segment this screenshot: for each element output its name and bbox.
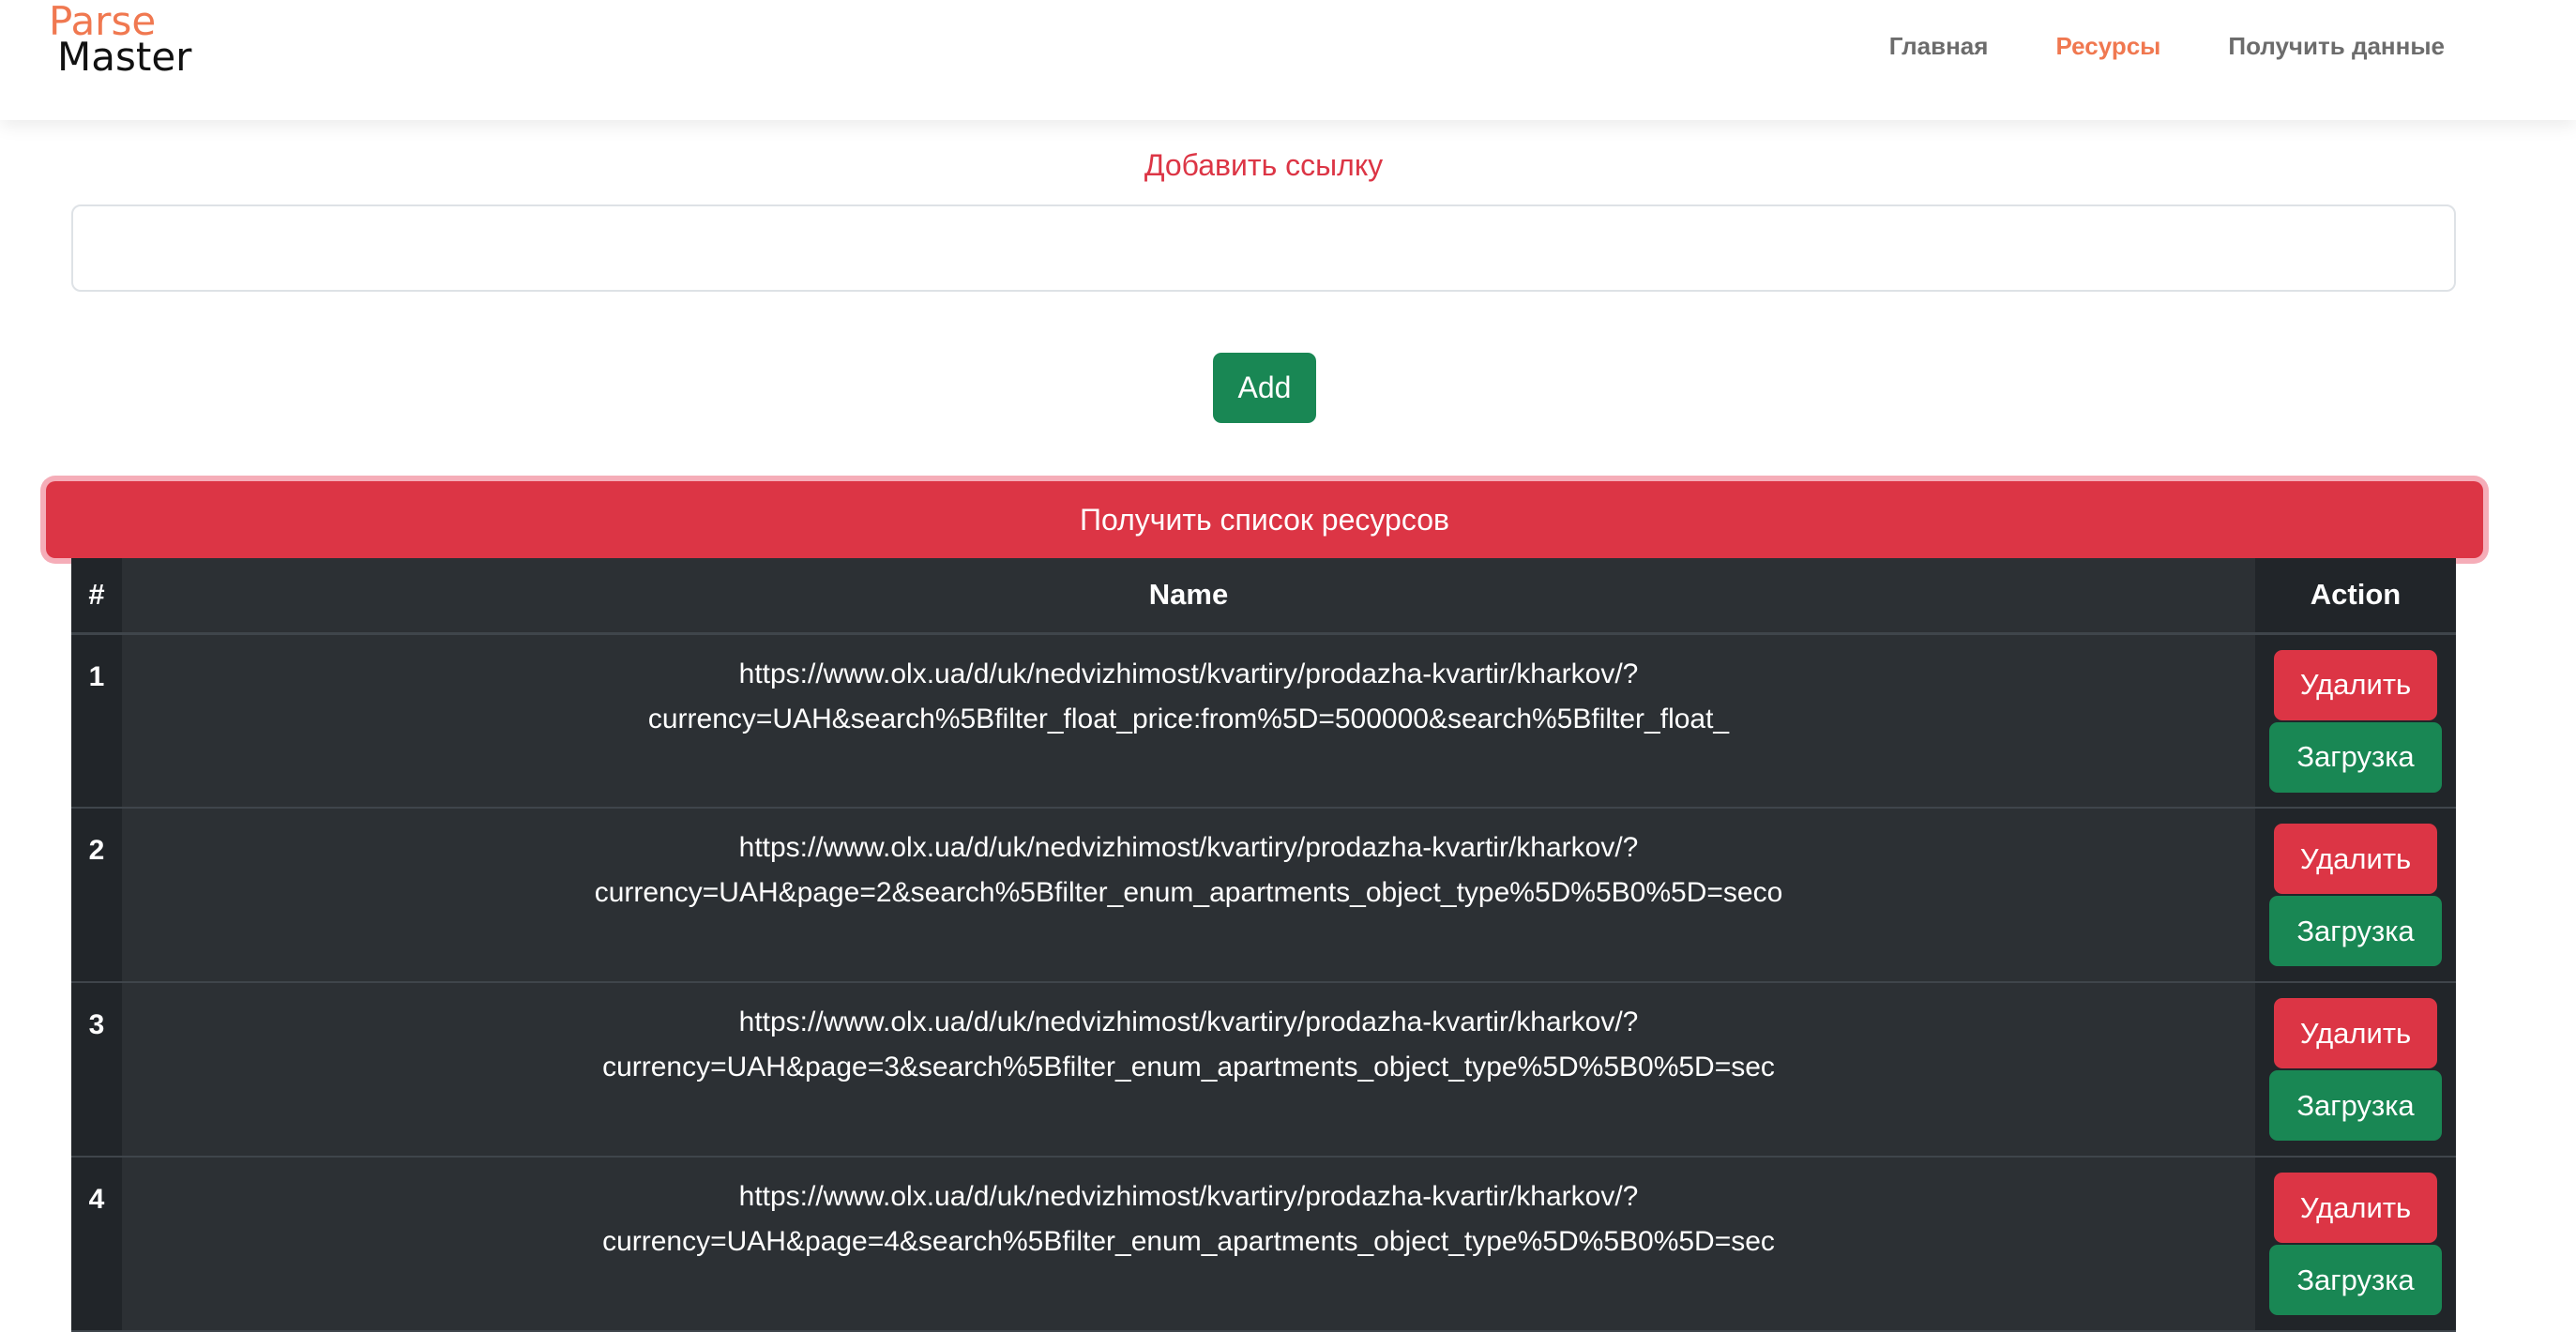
row-number: 1: [71, 633, 122, 808]
table-row: 3 https://www.olx.ua/d/uk/nedvizhimost/k…: [71, 982, 2456, 1157]
row-url: https://www.olx.ua/d/uk/nedvizhimost/kva…: [122, 633, 2255, 808]
load-button[interactable]: Загрузка: [2269, 1070, 2442, 1141]
logo-word-master: Master: [57, 34, 192, 80]
link-url-input[interactable]: [71, 204, 2456, 292]
row-actions: Удалить Загрузка: [2255, 1157, 2456, 1331]
delete-button[interactable]: Удалить: [2274, 649, 2437, 720]
url-line-1: https://www.olx.ua/d/uk/nedvizhimost/kva…: [738, 1181, 1639, 1212]
nav-links: Главная Ресурсы Получить данные: [1889, 32, 2445, 61]
url-line-2: currency=UAH&page=3&search%5Bfilter_enum…: [602, 1052, 1775, 1082]
add-button[interactable]: Add: [1213, 353, 1316, 423]
load-button[interactable]: Загрузка: [2269, 896, 2442, 966]
url-line-1: https://www.olx.ua/d/uk/nedvizhimost/kva…: [738, 1007, 1639, 1037]
url-line-2: currency=UAH&page=2&search%5Bfilter_enum…: [594, 877, 1783, 908]
row-url: https://www.olx.ua/d/uk/nedvizhimost/kva…: [122, 808, 2255, 982]
url-line-1: https://www.olx.ua/d/uk/nedvizhimost/kva…: [738, 832, 1639, 863]
row-number: 4: [71, 1157, 122, 1331]
table-header-row: # Name Action: [71, 558, 2456, 633]
header-name: Name: [1148, 578, 1229, 612]
nav-link-resources[interactable]: Ресурсы: [2055, 32, 2160, 61]
table-row: 1 https://www.olx.ua/d/uk/nedvizhimost/k…: [71, 633, 2456, 808]
header-num: #: [71, 558, 122, 633]
resources-table: # Name Action 1 https://www.olx.ua/d/uk/…: [71, 558, 2456, 1332]
top-navbar: Parse Master Главная Ресурсы Получить да…: [0, 0, 2576, 120]
row-actions: Удалить Загрузка: [2255, 982, 2456, 1157]
row-url: https://www.olx.ua/d/uk/nedvizhimost/kva…: [122, 1157, 2255, 1331]
nav-link-get-data[interactable]: Получить данные: [2228, 32, 2445, 61]
row-number: 2: [71, 808, 122, 982]
add-link-label: Добавить ссылку: [1144, 148, 1384, 182]
get-resource-list-button[interactable]: Получить список ресурсов: [46, 481, 2483, 558]
row-number: 3: [71, 982, 122, 1157]
load-button[interactable]: Загрузка: [2269, 721, 2442, 793]
table-row: 4 https://www.olx.ua/d/uk/nedvizhimost/k…: [71, 1157, 2456, 1331]
row-actions: Удалить Загрузка: [2255, 633, 2456, 808]
row-actions: Удалить Загрузка: [2255, 808, 2456, 982]
delete-button[interactable]: Удалить: [2274, 824, 2437, 894]
url-line-2: currency=UAH&search%5Bfilter_float_price…: [647, 703, 1730, 734]
delete-button[interactable]: Удалить: [2274, 998, 2437, 1068]
logo[interactable]: Parse Master: [49, 2, 191, 77]
header-action: Action: [2255, 558, 2456, 633]
row-url: https://www.olx.ua/d/uk/nedvizhimost/kva…: [122, 982, 2255, 1157]
delete-button[interactable]: Удалить: [2274, 1173, 2437, 1243]
url-line-2: currency=UAH&page=4&search%5Bfilter_enum…: [602, 1226, 1775, 1257]
load-button[interactable]: Загрузка: [2269, 1245, 2442, 1315]
table-row: 2 https://www.olx.ua/d/uk/nedvizhimost/k…: [71, 808, 2456, 982]
url-line-1: https://www.olx.ua/d/uk/nedvizhimost/kva…: [738, 658, 1639, 689]
nav-link-home[interactable]: Главная: [1889, 32, 1989, 61]
